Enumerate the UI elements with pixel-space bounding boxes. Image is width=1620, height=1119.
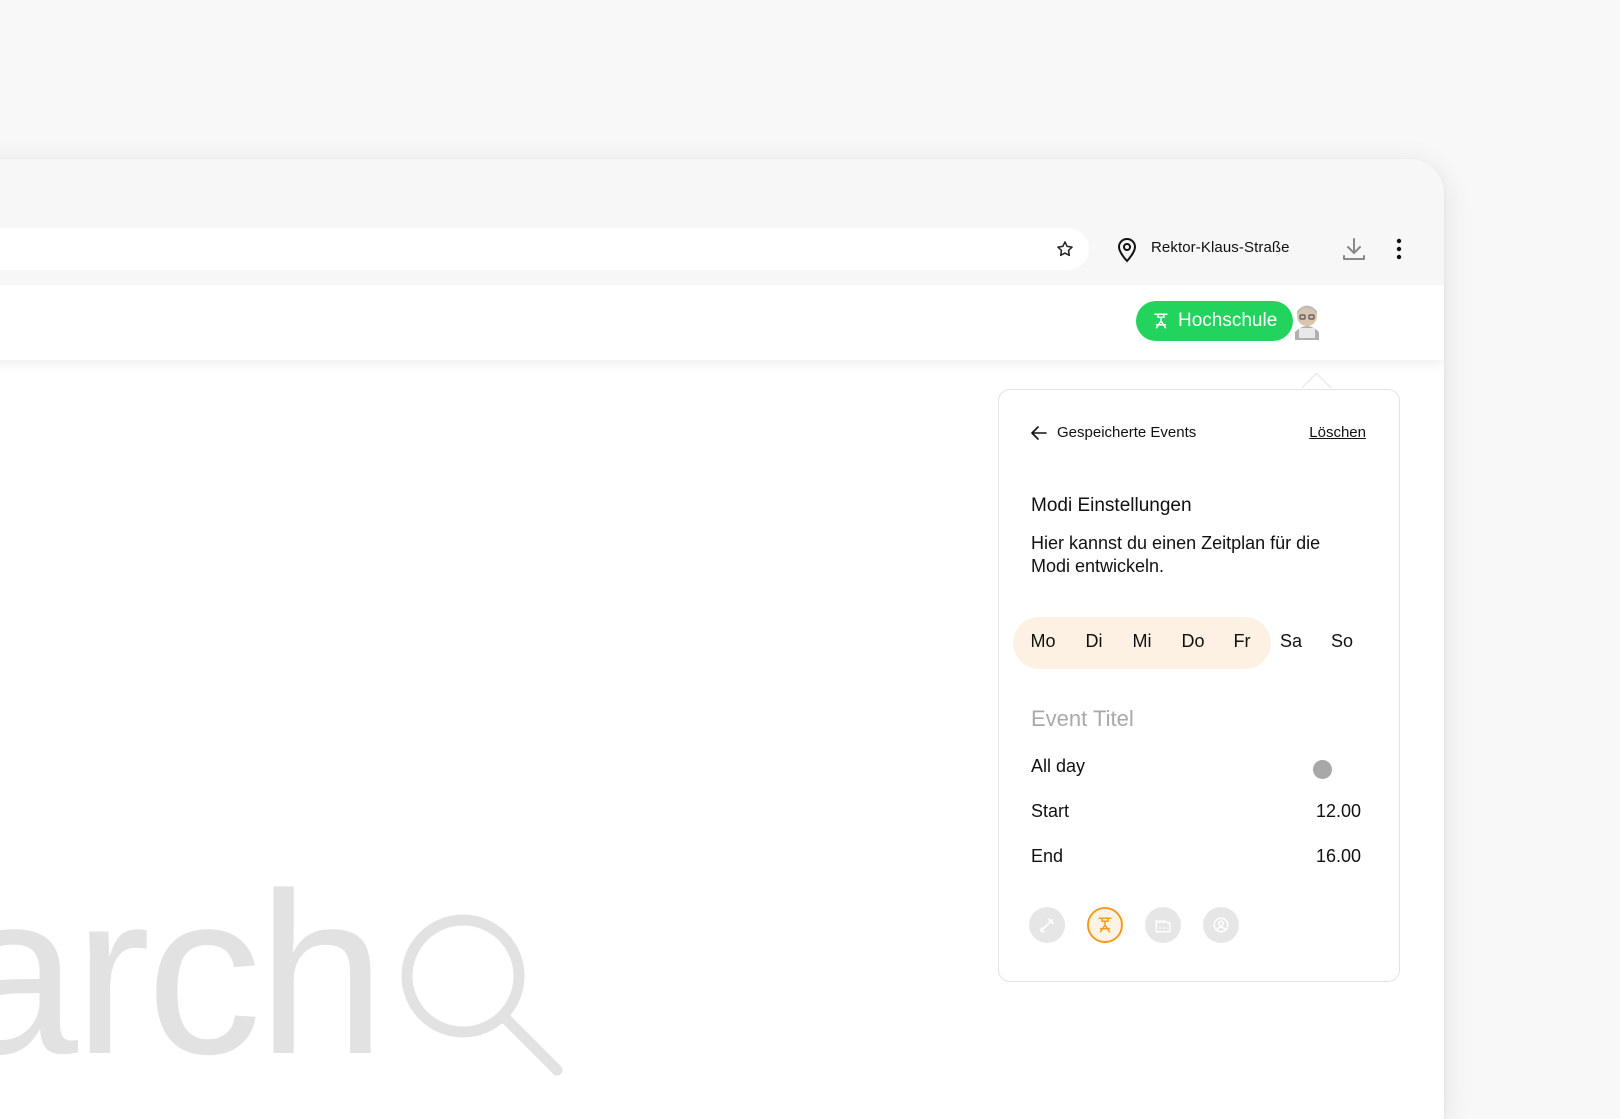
background-search-word: arch [0, 845, 385, 1102]
download-icon[interactable] [1341, 236, 1367, 262]
mode-pill[interactable]: Hochschule [1136, 301, 1293, 341]
mode-option-user[interactable] [1203, 907, 1239, 943]
day-mi[interactable]: Mi [1122, 631, 1162, 652]
start-time-value[interactable]: 12.00 [1316, 801, 1361, 822]
all-day-label: All day [1031, 756, 1086, 776]
back-to-saved-events[interactable]: Gespeicherte Events [1031, 424, 1196, 441]
end-label: End [1031, 846, 1064, 866]
end-time-value[interactable]: 16.00 [1316, 846, 1361, 867]
day-do[interactable]: Do [1173, 631, 1213, 652]
mode-option-pen[interactable] [1029, 907, 1065, 943]
graduation-icon [1154, 313, 1168, 329]
building-icon [1155, 919, 1171, 933]
location-pin-icon[interactable] [1115, 235, 1139, 263]
all-day-toggle[interactable] [1313, 760, 1332, 779]
day-fr[interactable]: Fr [1222, 631, 1262, 652]
mode-pill-label: Hochschule [1178, 310, 1278, 331]
pen-icon [1039, 918, 1054, 933]
back-label: Gespeicherte Events [1057, 424, 1197, 441]
mode-option-graduation[interactable] [1087, 907, 1123, 943]
popup-title: Modi Einstellungen [1031, 495, 1192, 516]
mode-option-building[interactable] [1145, 907, 1181, 943]
day-sa[interactable]: Sa [1271, 631, 1311, 652]
modes-settings-popup: Gespeicherte Events Löschen Modi Einstel… [998, 389, 1400, 982]
address-bar[interactable] [0, 228, 1089, 270]
popup-description: Hier kannst du einen Zeitplan für die Mo… [1031, 533, 1321, 576]
location-label[interactable]: Rektor-Klaus-Straße [1151, 239, 1290, 256]
more-menu-icon[interactable] [1396, 237, 1402, 261]
weekday-selector: Mo Di Mi Do Fr Sa So [1013, 617, 1381, 669]
user-avatar[interactable] [1291, 302, 1323, 340]
start-label: Start [1031, 801, 1070, 821]
mode-icon-selector [1029, 907, 1239, 943]
clear-button[interactable]: Löschen [1309, 424, 1366, 441]
day-so[interactable]: So [1322, 631, 1362, 652]
background-magnifier-icon [401, 914, 563, 1076]
event-title-input[interactable]: Event Titel [1031, 706, 1134, 732]
day-di[interactable]: Di [1074, 631, 1114, 652]
arrow-left-icon [1031, 425, 1047, 440]
bookmark-star-icon[interactable] [1055, 239, 1075, 259]
day-mo[interactable]: Mo [1023, 631, 1063, 652]
graduation-icon [1098, 917, 1112, 933]
user-circle-icon [1213, 917, 1229, 933]
